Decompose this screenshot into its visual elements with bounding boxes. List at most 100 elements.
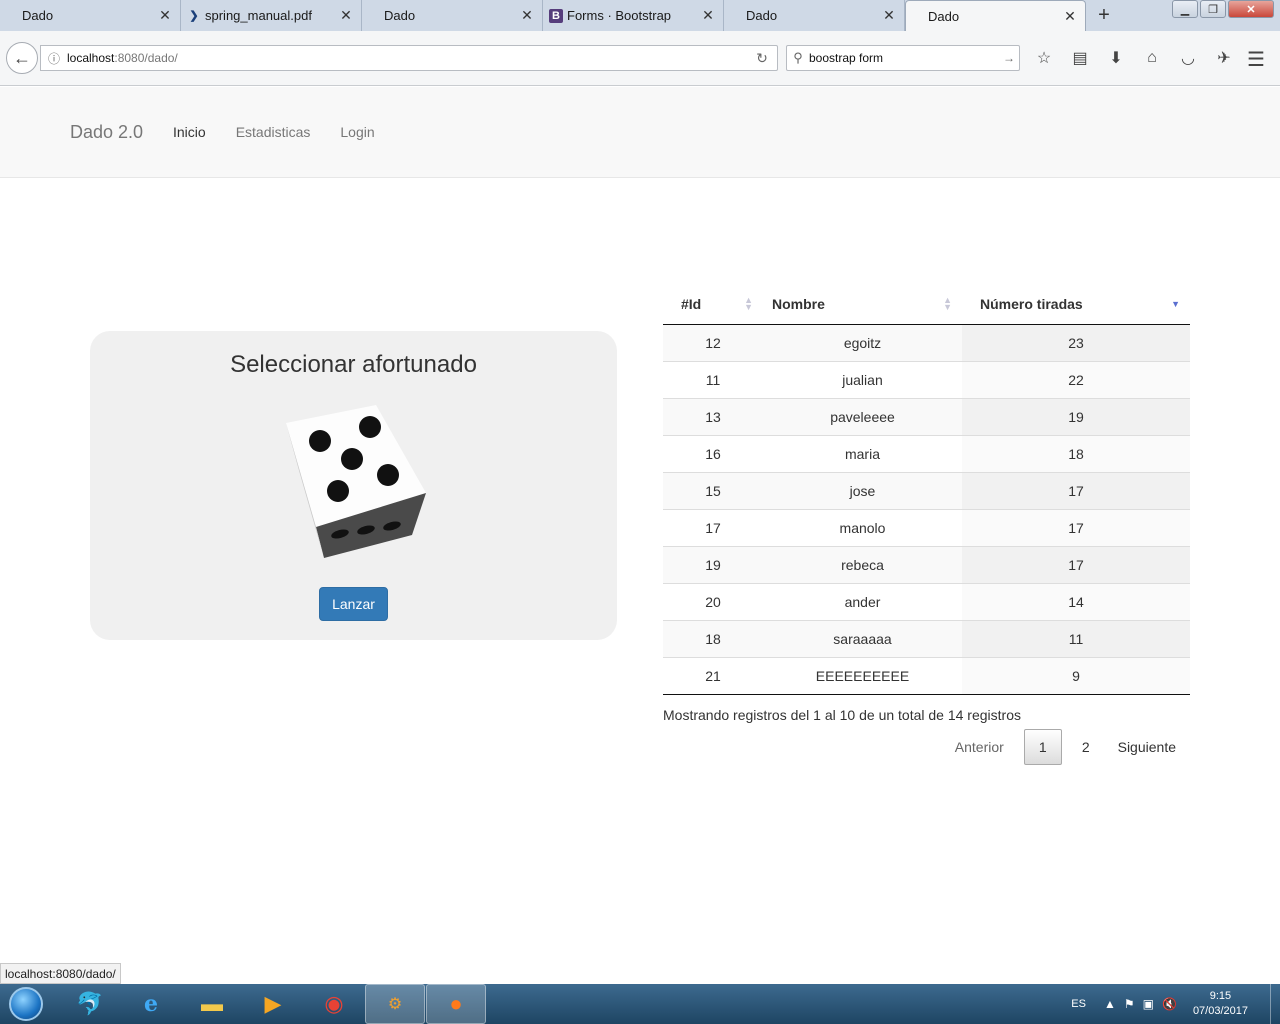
dice-panel: Seleccionar afortunado Lanzar xyxy=(90,331,617,640)
dice-icon xyxy=(286,405,426,558)
language-indicator[interactable]: ES xyxy=(1071,998,1086,1010)
cell-id: 16 xyxy=(663,434,763,472)
column-header-nombre[interactable]: Nombre ▲ ▼ xyxy=(763,285,962,325)
cell-id: 17 xyxy=(663,508,763,546)
tab-label: Forms · Bootstrap xyxy=(567,8,672,23)
cell-numero-tiradas: 11 xyxy=(962,619,1190,657)
column-header-numero-tiradas[interactable]: Número tiradas ▼ xyxy=(962,285,1190,325)
bookmarks-list-icon[interactable]: ▤ xyxy=(1062,42,1098,74)
browser-tab[interactable]: Dado ✕ xyxy=(724,0,905,31)
browser-tab[interactable]: Dado ✕ xyxy=(362,0,543,31)
cell-nombre: jualian xyxy=(763,360,962,398)
pocket-icon[interactable]: ◡ xyxy=(1170,42,1206,74)
cell-numero-tiradas: 19 xyxy=(962,397,1190,435)
lanzar-button[interactable]: Lanzar xyxy=(319,587,388,621)
close-icon[interactable]: ✕ xyxy=(158,7,172,24)
minimize-button[interactable]: ▁ xyxy=(1172,0,1198,18)
show-hidden-icons-icon[interactable]: ▲ xyxy=(1104,997,1116,1011)
nav-links: Inicio Estadisticas Login xyxy=(173,124,375,140)
java-ee-ide-icon[interactable]: ⚙ xyxy=(365,984,425,1024)
table-info: Mostrando registros del 1 al 10 de un to… xyxy=(663,706,1021,723)
start-button[interactable] xyxy=(0,984,52,1024)
sort-both-icon: ▲ ▼ xyxy=(744,295,753,312)
table-body: 12 egoitz 23 11 jualian 22 13 paveleeee 19 16 mari… xyxy=(663,324,1190,695)
cell-nombre: paveleeee xyxy=(763,397,962,435)
ranking-table: #Id ▲ ▼ Nombre ▲ ▼ Número tiradas ▼ 12 egoi… xyxy=(663,285,1190,695)
close-icon[interactable]: ✕ xyxy=(882,7,896,24)
column-header-label: Número tiradas xyxy=(980,296,1083,313)
internet-explorer-icon[interactable]: e xyxy=(121,984,181,1024)
reload-icon[interactable]: ↻ xyxy=(747,50,777,67)
search-input[interactable] xyxy=(809,51,999,65)
column-header-label: #Id xyxy=(681,296,702,313)
table-row: 16 maria 18 xyxy=(663,434,1190,472)
back-button[interactable]: ← xyxy=(6,42,38,74)
nav-link-estadisticas[interactable]: Estadisticas xyxy=(236,124,311,140)
cell-id: 12 xyxy=(663,324,763,361)
window-close-button[interactable]: ✕ xyxy=(1228,0,1274,18)
show-desktop-button[interactable] xyxy=(1270,984,1280,1024)
windows-taskbar: 🐬 e ▬ ▶ ◉ ⚙ ● ES ▲ ⚑ ▣ 🔇 9:15 07/03/2017 xyxy=(0,984,1280,1024)
tab-label: Dado xyxy=(746,8,778,23)
bootstrap-icon: B xyxy=(549,8,563,23)
close-icon[interactable]: ✕ xyxy=(339,7,353,24)
table-row: 11 jualian 22 xyxy=(663,360,1190,398)
extension-icon[interactable]: ✈ xyxy=(1206,42,1242,74)
browser-tab-active[interactable]: Dado ✕ xyxy=(905,0,1086,31)
volume-muted-icon[interactable]: 🔇 xyxy=(1162,997,1177,1011)
close-icon[interactable]: ✕ xyxy=(1063,8,1077,25)
cell-nombre: egoitz xyxy=(763,324,962,361)
media-player-icon[interactable]: ▶ xyxy=(243,984,303,1024)
cell-numero-tiradas: 14 xyxy=(962,582,1190,620)
table-row: 17 manolo 17 xyxy=(663,508,1190,546)
close-icon[interactable]: ✕ xyxy=(701,7,715,24)
system-tray: ES ▲ ⚑ ▣ 🔇 9:15 07/03/2017 xyxy=(1071,984,1280,1024)
new-tab-button[interactable]: + xyxy=(1086,0,1122,31)
search-icon: ⚲ xyxy=(793,50,803,65)
browser-tab[interactable]: B Forms · Bootstrap ✕ xyxy=(543,0,724,31)
action-center-flag-icon[interactable]: ⚑ xyxy=(1124,997,1135,1011)
clock-time: 9:15 xyxy=(1209,990,1232,1002)
clock[interactable]: 9:15 07/03/2017 xyxy=(1193,989,1248,1019)
url-text[interactable]: localhost:8080/dado/ xyxy=(67,51,747,65)
table-row: 13 paveleeee 19 xyxy=(663,397,1190,435)
bookmark-star-icon[interactable]: ☆ xyxy=(1026,42,1062,74)
dice-title: Seleccionar afortunado xyxy=(230,351,477,378)
arrow-left-icon: ← xyxy=(13,47,31,68)
nav-link-login[interactable]: Login xyxy=(340,124,374,140)
window-controls: ▁ ❐ ✕ xyxy=(1172,0,1274,18)
status-bar: localhost:8080/dado/ xyxy=(0,963,121,984)
file-explorer-icon[interactable]: ▬ xyxy=(182,984,242,1024)
pagination-page-2[interactable]: 2 xyxy=(1068,729,1104,765)
browser-tab-strip: Dado ✕ ❯ spring_manual.pdf ✕ Dado ✕ B Fo… xyxy=(0,0,1280,31)
cell-nombre: jose xyxy=(763,471,962,509)
network-icon[interactable]: ▣ xyxy=(1143,997,1154,1011)
site-brand[interactable]: Dado 2.0 xyxy=(70,122,143,143)
table-row: 15 jose 17 xyxy=(663,471,1190,509)
browser-tab[interactable]: Dado ✕ xyxy=(0,0,181,31)
cell-id: 11 xyxy=(663,360,763,398)
url-bar[interactable]: ⓘ localhost:8080/dado/ ↻ xyxy=(40,45,778,71)
mysql-workbench-icon[interactable]: 🐬 xyxy=(60,984,120,1024)
nav-link-inicio[interactable]: Inicio xyxy=(173,124,206,140)
pagination-page-1[interactable]: 1 xyxy=(1023,729,1062,765)
maximize-button[interactable]: ❐ xyxy=(1200,0,1226,18)
browser-tab[interactable]: ❯ spring_manual.pdf ✕ xyxy=(181,0,362,31)
chrome-icon[interactable]: ◉ xyxy=(304,984,364,1024)
search-bar[interactable]: ⚲ → xyxy=(786,45,1020,71)
cell-numero-tiradas: 17 xyxy=(962,471,1190,509)
home-icon[interactable]: ⌂ xyxy=(1134,42,1170,74)
close-icon[interactable]: ✕ xyxy=(520,7,534,24)
info-icon[interactable]: ⓘ xyxy=(41,50,67,67)
chevron-icon: ❯ xyxy=(189,10,199,22)
arrow-right-icon[interactable]: → xyxy=(999,51,1019,65)
pagination-next[interactable]: Siguiente xyxy=(1104,729,1190,765)
cell-nombre: manolo xyxy=(763,508,962,546)
pagination-prev[interactable]: Anterior xyxy=(941,729,1018,765)
table-row: 18 saraaaaa 11 xyxy=(663,619,1190,657)
column-header-id[interactable]: #Id ▲ ▼ xyxy=(663,285,763,325)
cell-nombre: ander xyxy=(763,582,962,620)
hamburger-menu-icon[interactable]: ☰ xyxy=(1240,43,1272,75)
firefox-icon[interactable]: ● xyxy=(426,984,486,1024)
download-icon[interactable]: ⬇ xyxy=(1098,42,1134,74)
